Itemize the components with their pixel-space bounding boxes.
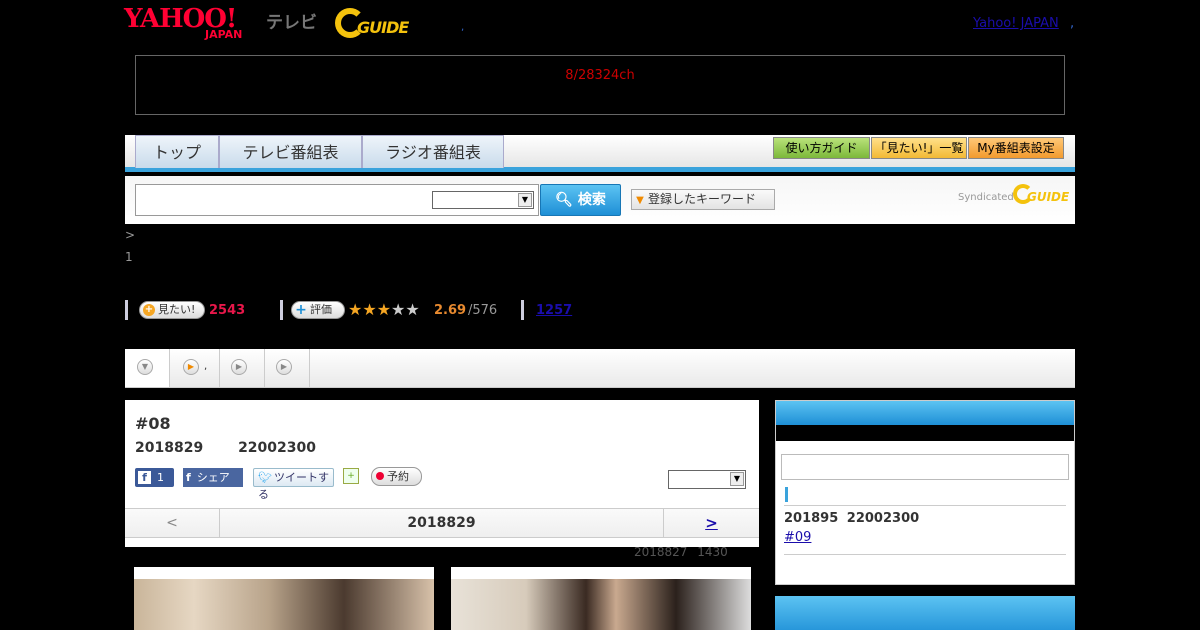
record-button[interactable]: 予約 [371, 467, 422, 486]
want-list-button[interactable]: 「見たい!」一覧 [871, 137, 967, 159]
review-count-link[interactable]: 1257 [536, 303, 572, 318]
facebook-share-label: シェア [196, 471, 230, 484]
breadcrumb-number: 1 [125, 250, 133, 264]
divider [784, 505, 1066, 506]
next-episode-link[interactable]: #09 [784, 530, 811, 545]
program-photo [451, 579, 751, 630]
twitter-bird-icon: 🐦︎ [258, 471, 272, 484]
sidebar-next-episode: 201895 22002300 #09 [775, 400, 1075, 585]
facebook-icon: f [186, 471, 191, 484]
subtab-3[interactable]: ▶ [220, 349, 265, 387]
gguide-logo-text: GUIDE [357, 18, 409, 37]
chevron-down-icon: ▼ [518, 193, 532, 207]
current-date: 2018829 [407, 515, 476, 531]
syndicated-gguide-logo: GUIDE [1013, 184, 1070, 206]
rating-value: 2.69 [434, 303, 467, 318]
yahoo-japan-logo-sub: JAPAN [205, 28, 243, 41]
previous-date-button[interactable]: < [125, 509, 220, 537]
sidebar-input[interactable] [781, 454, 1069, 480]
tab-radio-schedule[interactable]: ラジオ番組表 [362, 135, 504, 168]
want-label: 見たい! [158, 303, 196, 316]
divider [784, 554, 1066, 555]
notice-text: 8/28324ch [565, 68, 635, 83]
rate-label: 評価 [310, 303, 332, 316]
gguide-logo[interactable]: GUIDE [335, 8, 433, 40]
record-label: 予約 [387, 470, 409, 483]
search-button[interactable]: 🔍︎ 検索 [540, 184, 621, 216]
record-dot-icon [376, 472, 384, 480]
registered-keywords-button[interactable]: ▼ 登録したキーワード [631, 189, 775, 210]
play-icon: ▶ [231, 359, 247, 375]
rate-button[interactable]: + 評価 [291, 301, 345, 319]
search-icon: 🔍︎ [555, 192, 573, 208]
want-count: 2543 [209, 303, 246, 318]
play-icon: ▶ [183, 359, 199, 375]
yahoo-japan-link[interactable]: Yahoo! JAPAN [973, 16, 1059, 31]
sub-tabs: ▼ ▶, ▶ ▶ [125, 349, 1075, 388]
my-schedule-settings-button[interactable]: My番組表設定 [968, 137, 1064, 159]
facebook-like-button[interactable]: f1 [135, 468, 174, 487]
chevron-down-icon: ▼ [730, 472, 744, 486]
next-episode-time: 201895 22002300 [784, 511, 920, 526]
tab-tv-schedule[interactable]: テレビ番組表 [219, 135, 362, 168]
stars-filled: ★★★ [348, 300, 392, 319]
subtab-4[interactable]: ▶ [265, 349, 310, 387]
plus-icon: + [143, 304, 155, 316]
main-nav: トップ テレビ番組表 ラジオ番組表 使い方ガイド 「見たい!」一覧 My番組表設… [125, 135, 1075, 172]
sidebar-header-2 [775, 596, 1075, 630]
want-to-watch-button[interactable]: + 見たい! [139, 301, 205, 319]
facebook-icon: f [138, 471, 151, 484]
program-photo [134, 579, 434, 630]
program-time: 2018829 22002300 [135, 440, 316, 456]
tab-top[interactable]: トップ [135, 135, 219, 168]
facebook-like-count: 1 [157, 471, 164, 484]
subtab-1[interactable]: ▼ [125, 349, 170, 387]
subtab-2-label: , [204, 361, 208, 372]
updated-timestamp: 2018827 1430 [634, 545, 728, 559]
calendar-icon[interactable]: + [343, 468, 359, 484]
plus-icon: + [295, 302, 307, 318]
search-bar: ▼ 🔍︎ 検索 ▼ 登録したキーワード Syndicated GUIDE [125, 176, 1075, 224]
program-detail: #08 2018829 22002300 f1 f シェア 🐦︎ ツイートする + … [125, 400, 759, 547]
program-select[interactable]: ▼ [668, 470, 746, 489]
rating-stars: ★★★★★ [348, 301, 420, 319]
breadcrumb: > [125, 228, 136, 242]
play-icon: ▶ [276, 359, 292, 375]
syndicated-logo-text: GUIDE [1027, 190, 1070, 204]
tv-logo[interactable]: テレビ [266, 8, 317, 33]
stat-divider [125, 300, 128, 320]
notice-box: 8/28324ch [135, 55, 1065, 115]
subtab-2[interactable]: ▶, [170, 349, 220, 387]
next-date-link[interactable]: > [663, 509, 759, 537]
search-button-label: 検索 [577, 192, 606, 208]
sidebar-header [776, 401, 1074, 425]
header-separator: , [461, 22, 465, 33]
triangle-down-icon: ▼ [636, 195, 644, 206]
guide-button[interactable]: 使い方ガイド [773, 137, 870, 159]
stat-divider [280, 300, 283, 320]
sidebar-section-marker [785, 487, 788, 502]
program-title: #08 [135, 414, 171, 433]
sidebar-subheader [776, 425, 1074, 441]
tweet-button[interactable]: 🐦︎ ツイートする [253, 468, 334, 501]
program-stats: + 見たい! 2543 + 評価 ★★★★★ 2.69 /576 1257 [125, 300, 725, 320]
program-thumbnail-1[interactable] [134, 567, 434, 630]
header-separator-2: , [1070, 16, 1075, 31]
facebook-share-button[interactable]: f シェア [183, 468, 243, 487]
stat-divider [521, 300, 524, 320]
stars-empty: ★★ [391, 300, 420, 319]
rating-total: /576 [468, 303, 498, 318]
program-thumbnail-2[interactable] [451, 567, 751, 630]
search-category-select[interactable]: ▼ [432, 191, 534, 209]
registered-keywords-label: 登録したキーワード [648, 192, 757, 206]
date-navigation: < 2018829 > [125, 508, 759, 538]
chevron-down-icon: ▼ [137, 359, 153, 375]
syndicated-label: Syndicated [958, 192, 1014, 203]
